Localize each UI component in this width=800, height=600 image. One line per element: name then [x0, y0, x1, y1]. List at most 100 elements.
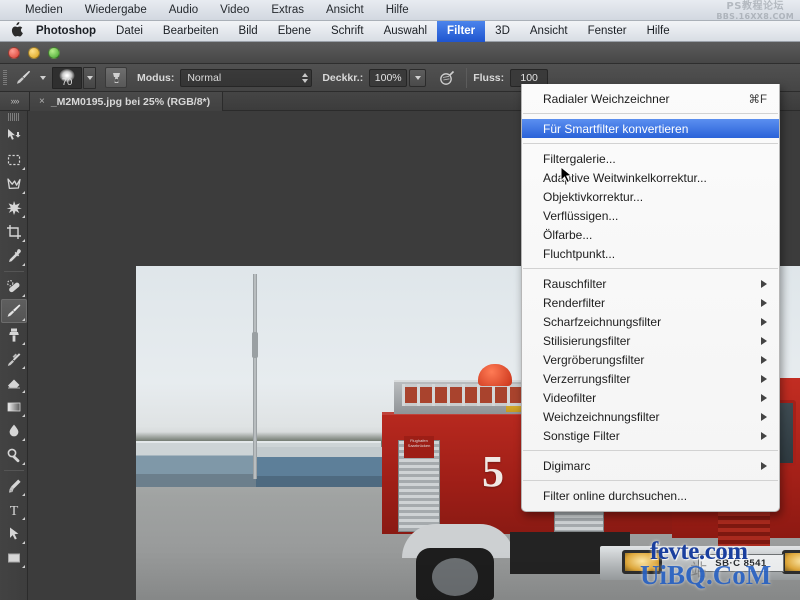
os-menu-audio[interactable]: Audio: [158, 4, 209, 16]
brush-preset-dropdown-arrow[interactable]: [40, 75, 46, 80]
submenu-arrow-icon: [761, 374, 767, 383]
zoom-button[interactable]: [48, 47, 60, 59]
menu-separator: [523, 450, 778, 451]
opacity-input[interactable]: 100%: [369, 68, 408, 87]
pen-tool[interactable]: [1, 474, 27, 498]
pressure-opacity-icon[interactable]: [434, 69, 460, 86]
minimize-button[interactable]: [28, 47, 40, 59]
truck-number: 5: [482, 447, 504, 496]
blur-tool[interactable]: [1, 419, 27, 443]
path-selection-tool[interactable]: [1, 522, 27, 546]
brush-tool-icon[interactable]: [10, 69, 36, 86]
menu-ansicht[interactable]: Ansicht: [520, 21, 578, 42]
flyout-indicator-icon: [21, 188, 25, 194]
menu-hilfe[interactable]: Hilfe: [637, 21, 680, 42]
menu-filter[interactable]: Filter: [437, 20, 486, 42]
rectangular-marquee-tool[interactable]: [1, 148, 27, 172]
menu-item-label: Filter online durchsuchen...: [543, 488, 688, 503]
options-bar-grip[interactable]: [0, 64, 10, 92]
blend-mode-select[interactable]: Normal: [180, 68, 313, 87]
os-menu-hilfe[interactable]: Hilfe: [375, 4, 420, 16]
os-menu-ansicht[interactable]: Ansicht: [315, 4, 375, 16]
lasso-tool[interactable]: [1, 172, 27, 196]
photoshop-window: 70 Modus: Normal Deckkr.: 100% Fluss: 10…: [0, 42, 800, 600]
menu-item-weichzeichnungsfilter[interactable]: Weichzeichnungsfilter: [522, 407, 779, 426]
menu-item-renderfilter[interactable]: Renderfilter: [522, 293, 779, 312]
move-tool[interactable]: [1, 124, 27, 148]
menu-item-verfluessigen[interactable]: Verflüssigen...: [522, 206, 779, 225]
os-menu-wiedergabe[interactable]: Wiedergabe: [74, 4, 158, 16]
menu-item-fuer-smartfilter-konvertieren[interactable]: Für Smartfilter konvertieren: [522, 119, 779, 138]
crop-tool[interactable]: [1, 220, 27, 244]
menu-item-fluchtpunkt[interactable]: Fluchtpunkt...: [522, 244, 779, 263]
os-menu-video[interactable]: Video: [209, 4, 260, 16]
menu-item-adaptive-weitwinkelkorrektur[interactable]: Adaptive Weitwinkelkorrektur...: [522, 168, 779, 187]
menu-auswahl[interactable]: Auswahl: [374, 21, 437, 42]
eyedropper-tool[interactable]: [1, 244, 27, 268]
menu-item-rauschfilter[interactable]: Rauschfilter: [522, 274, 779, 293]
os-menu-extras[interactable]: Extras: [260, 4, 315, 16]
magic-wand-tool[interactable]: [1, 196, 27, 220]
menu-item-label: Weichzeichnungsfilter: [543, 409, 660, 424]
blend-mode-label: Modus:: [137, 71, 175, 84]
brush-size-preview[interactable]: 70: [52, 66, 82, 89]
menu-3d[interactable]: 3D: [485, 21, 520, 42]
menu-item-stilisierungsfilter[interactable]: Stilisierungsfilter: [522, 331, 779, 350]
opacity-dropdown-arrow[interactable]: [409, 68, 427, 87]
os-menu-medien[interactable]: Medien: [14, 4, 74, 16]
menu-app-name[interactable]: Photoshop: [26, 21, 106, 42]
gradient-tool[interactable]: [1, 395, 27, 419]
menu-item-scharfzeichnungsfilter[interactable]: Scharfzeichnungsfilter: [522, 312, 779, 331]
menu-item-label: Rauschfilter: [543, 276, 607, 291]
submenu-arrow-icon: [761, 279, 767, 288]
clone-stamp-tool[interactable]: [1, 323, 27, 347]
history-brush-tool[interactable]: [1, 347, 27, 371]
menu-item-filtergalerie[interactable]: Filtergalerie...: [522, 149, 779, 168]
dodge-tool[interactable]: [1, 443, 27, 467]
close-button[interactable]: [8, 47, 20, 59]
flyout-indicator-icon: [21, 212, 25, 218]
submenu-arrow-icon: [761, 298, 767, 307]
close-icon[interactable]: ×: [39, 96, 45, 107]
menu-item-vergroeberungsfilter[interactable]: Vergröberungsfilter: [522, 350, 779, 369]
brush-preset-stepper[interactable]: [83, 66, 96, 89]
menu-item-label: Videofilter: [543, 390, 597, 405]
filter-dropdown-menu[interactable]: Radialer Weichzeichner ⌘F Für Smartfilte…: [521, 84, 780, 512]
tools-panel-grip[interactable]: [7, 113, 20, 121]
menu-item-sonstige-filter[interactable]: Sonstige Filter: [522, 426, 779, 445]
menu-item-label: Vergröberungsfilter: [543, 352, 645, 367]
rectangle-shape-tool[interactable]: [1, 546, 27, 570]
eraser-tool[interactable]: [1, 371, 27, 395]
panel-expand-button[interactable]: »»: [0, 92, 30, 110]
menu-separator: [523, 480, 778, 481]
menu-item-verzerrungsfilter[interactable]: Verzerrungsfilter: [522, 369, 779, 388]
menu-bild[interactable]: Bild: [229, 21, 268, 42]
truck-door-sign: Flughafen Saarbrücken: [404, 436, 434, 458]
airbrush-toggle-icon[interactable]: [105, 67, 127, 88]
menu-item-digimarc[interactable]: Digimarc: [522, 456, 779, 475]
opacity-label: Deckkr.:: [322, 71, 364, 84]
menu-schrift[interactable]: Schrift: [321, 21, 374, 42]
menu-item-shortcut: ⌘F: [748, 93, 767, 106]
menu-ebene[interactable]: Ebene: [268, 21, 321, 42]
document-tab[interactable]: × _M2M0195.jpg bei 25% (RGB/8*): [30, 92, 224, 111]
submenu-arrow-icon: [761, 412, 767, 421]
tools-separator: [3, 470, 24, 471]
type-tool[interactable]: T: [1, 498, 27, 522]
menu-item-oelfarbe[interactable]: Ölfarbe...: [522, 225, 779, 244]
menu-item-videofilter[interactable]: Videofilter: [522, 388, 779, 407]
brush-tool[interactable]: [0, 299, 27, 323]
menu-item-filter-online-durchsuchen[interactable]: Filter online durchsuchen...: [522, 486, 779, 505]
menu-bearbeiten[interactable]: Bearbeiten: [153, 21, 229, 42]
flyout-indicator-icon: [21, 562, 25, 568]
spot-healing-brush-tool[interactable]: [1, 275, 27, 299]
menu-datei[interactable]: Datei: [106, 21, 153, 42]
flyout-indicator-icon: [21, 339, 25, 345]
menu-item-objektivkorrektur[interactable]: Objektivkorrektur...: [522, 187, 779, 206]
options-separator: [466, 67, 468, 88]
apple-logo-icon[interactable]: [6, 22, 26, 40]
photo-hangar-right: [256, 447, 396, 487]
menu-fenster[interactable]: Fenster: [578, 21, 637, 42]
menu-item-label: Radialer Weichzeichner: [543, 91, 670, 106]
menu-item-radialer-weichzeichner[interactable]: Radialer Weichzeichner ⌘F: [522, 89, 779, 108]
